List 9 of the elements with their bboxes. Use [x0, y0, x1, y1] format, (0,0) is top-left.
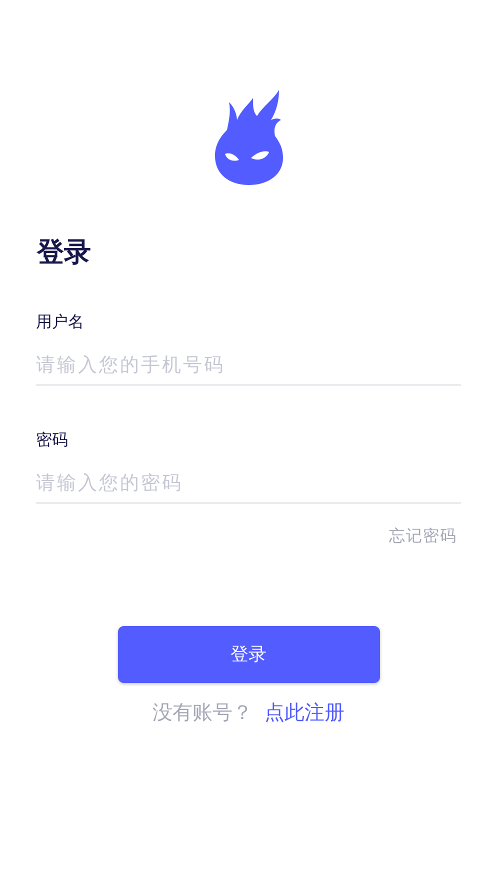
- field-label: 密码: [36, 428, 68, 451]
- input-field[interactable]: 请输入您的手机号码: [36, 346, 461, 386]
- field-label: 用户名: [36, 310, 84, 333]
- flame-mascot-icon: [212, 90, 284, 186]
- signup-prompt: 没有账号？: [152, 698, 252, 726]
- input-field[interactable]: 请输入您的密码: [36, 464, 461, 504]
- page-title: 登录: [37, 236, 91, 270]
- login-button[interactable]: 登录: [118, 626, 380, 683]
- signup-link[interactable]: 点此注册: [264, 696, 344, 727]
